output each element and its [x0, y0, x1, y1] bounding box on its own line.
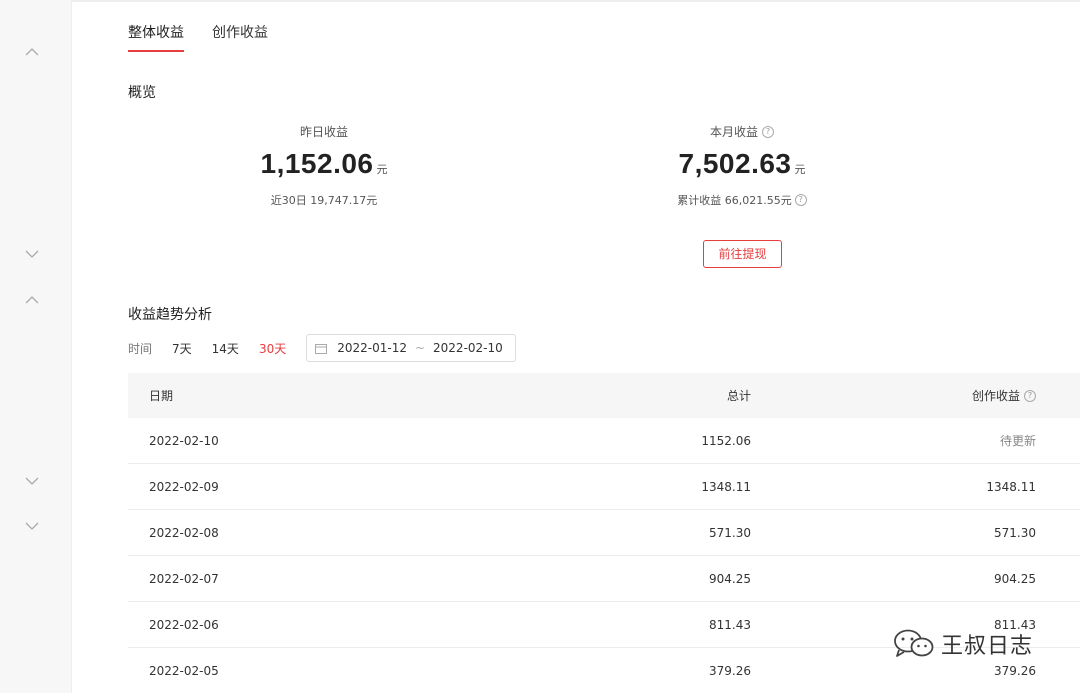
filter-14-days[interactable]: 14天 — [212, 340, 239, 357]
tab-bar: 整体收益 创作收益 — [128, 22, 296, 52]
tab-creation-income[interactable]: 创作收益 — [212, 22, 268, 52]
date-start[interactable]: 2022-01-12 — [337, 341, 407, 355]
month-income-card: 本月收益 ? 7,502.63 元 累计收益 66,021.55元 ? — [642, 123, 842, 208]
time-filter: 时间 7天 14天 30天 2022-01-12 ~ 2022-02-10 — [128, 334, 517, 362]
time-label: 时间 — [128, 341, 153, 356]
watermark-text: 王叔日志 — [941, 634, 1034, 659]
header-date: 日期 — [149, 389, 174, 403]
table-row: 2022-02-08 571.30 571.30 — [128, 510, 1080, 556]
trend-title: 收益趋势分析 — [128, 307, 212, 323]
table-row: 2022-02-07 904.25 904.25 — [128, 556, 1080, 602]
overview-title: 概览 — [128, 85, 156, 101]
chevron-down-icon[interactable] — [25, 476, 39, 486]
date-end[interactable]: 2022-02-10 — [433, 341, 503, 355]
date-separator: ~ — [414, 341, 426, 355]
wechat-icon — [894, 629, 934, 657]
date-range-picker[interactable]: 2022-01-12 ~ 2022-02-10 — [306, 334, 517, 362]
help-icon[interactable]: ? — [762, 125, 774, 138]
tab-overall-income[interactable]: 整体收益 — [128, 22, 184, 52]
sidebar — [0, 0, 72, 693]
main-content: 整体收益 创作收益 概览 昨日收益 1,152.06 元 近30日 19,747… — [72, 0, 1080, 693]
table-row: 2022-02-10 1152.06 待更新 — [128, 418, 1080, 464]
last-30-days-income: 近30日 19,747.17元 — [270, 194, 378, 207]
yesterday-income-label: 昨日收益 — [299, 125, 348, 139]
yesterday-income-value: 1,152.06 — [260, 148, 374, 179]
watermark: 王叔日志 — [893, 628, 1033, 660]
yesterday-income-unit: 元 — [376, 163, 388, 176]
chevron-up-icon[interactable] — [25, 47, 39, 57]
month-income-value: 7,502.63 — [678, 148, 792, 179]
chevron-up-icon[interactable] — [25, 295, 39, 305]
yesterday-income-card: 昨日收益 1,152.06 元 近30日 19,747.17元 — [224, 123, 424, 208]
header-total: 总计 — [726, 389, 751, 403]
month-income-label: 本月收益 — [709, 125, 758, 139]
chevron-down-icon[interactable] — [25, 249, 39, 259]
filter-30-days[interactable]: 30天 — [259, 340, 286, 357]
month-income-unit: 元 — [794, 163, 806, 176]
help-icon[interactable]: ? — [794, 194, 807, 206]
table-header: 日期 总计 创作收益 ? — [128, 373, 1080, 418]
chevron-down-icon[interactable] — [25, 521, 39, 531]
calendar-icon — [315, 343, 328, 354]
help-icon[interactable]: ? — [1024, 389, 1036, 402]
header-creation-income: 创作收益 — [971, 389, 1020, 403]
filter-7-days[interactable]: 7天 — [172, 340, 192, 357]
cumulative-income: 累计收益 66,021.55元 — [677, 194, 792, 207]
withdraw-button[interactable]: 前往提现 — [703, 240, 782, 268]
table-row: 2022-02-09 1348.11 1348.11 — [128, 464, 1080, 510]
